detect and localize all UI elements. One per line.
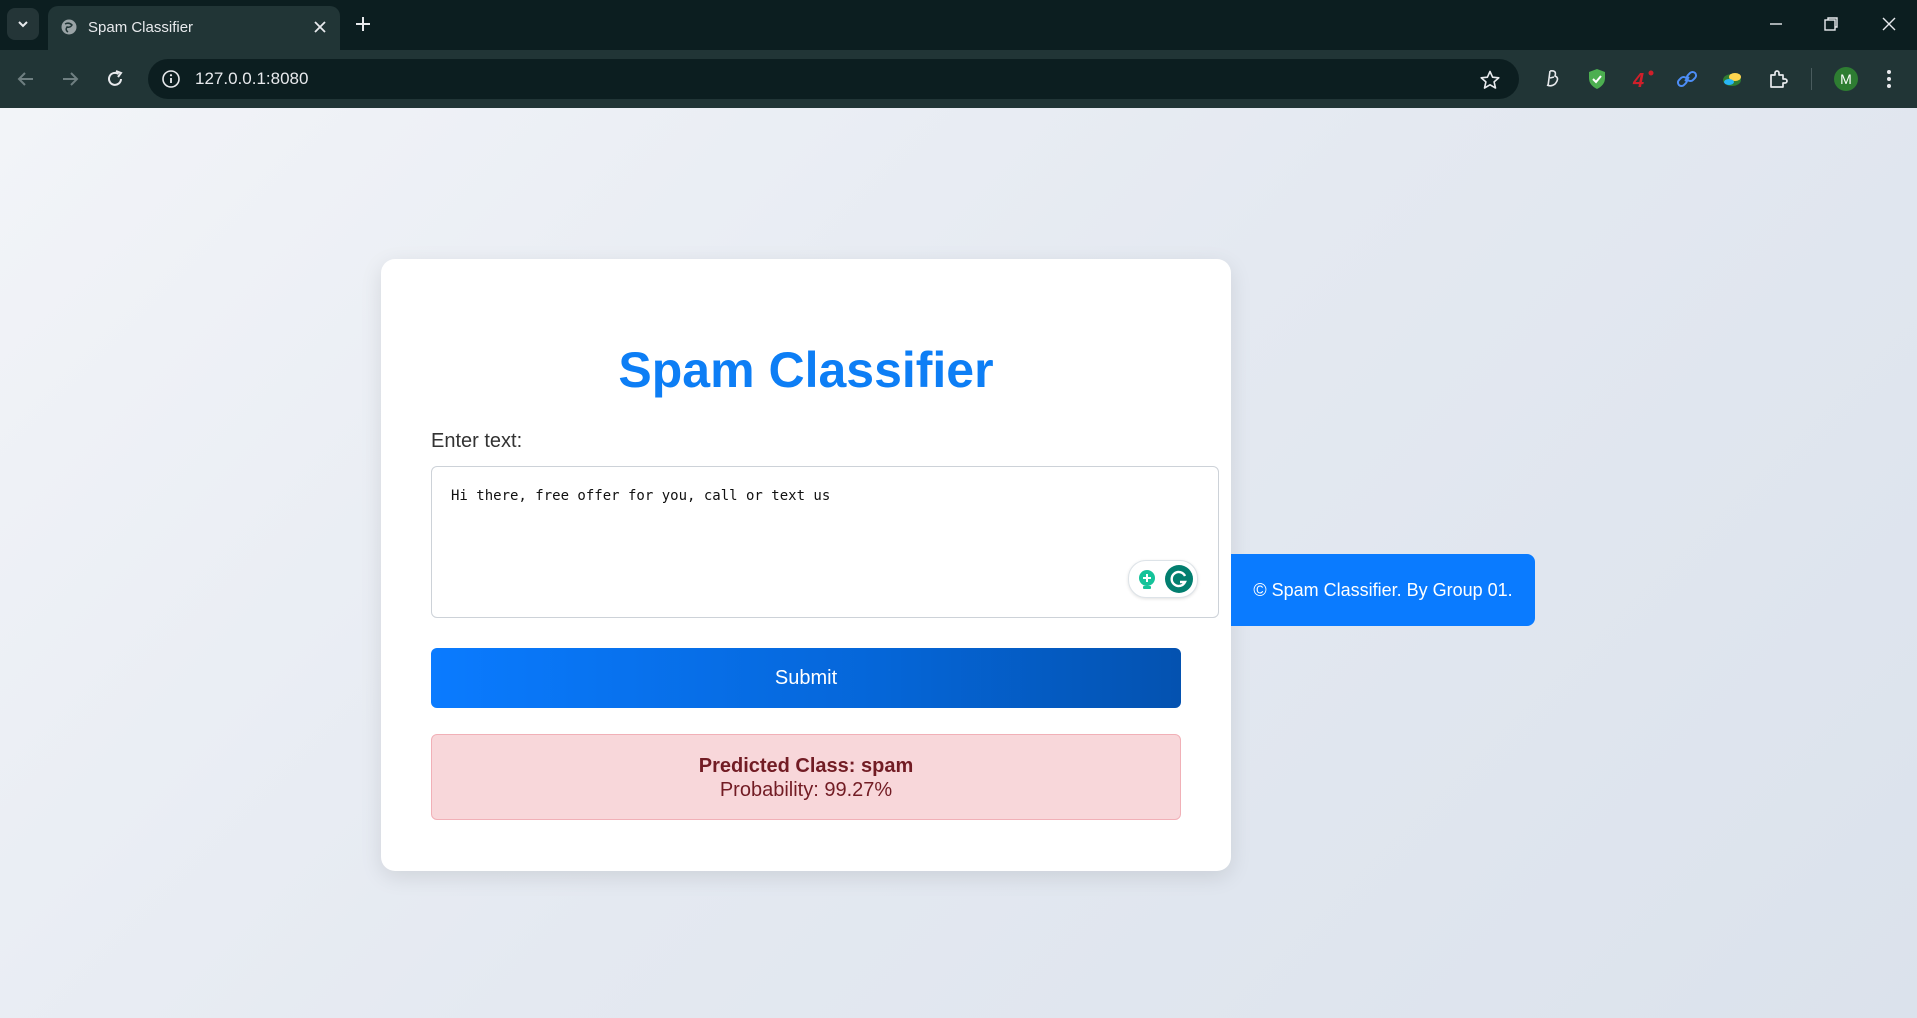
active-tab[interactable]: Spam Classifier xyxy=(48,6,340,50)
tab-title: Spam Classifier xyxy=(88,19,194,36)
textarea-value: Hi there, free offer for you, call or te… xyxy=(451,488,831,504)
footer-text: © Spam Classifier. By Group 01. xyxy=(1253,579,1513,600)
kebab-menu-icon[interactable] xyxy=(1885,67,1893,96)
grammarly-widget[interactable] xyxy=(1128,560,1198,598)
page-viewport: Spam Classifier Enter text: Hi there, fr… xyxy=(0,108,1917,1018)
tab-strip: Spam Classifier xyxy=(0,0,1917,50)
footer-credit: © Spam Classifier. By Group 01. xyxy=(1231,554,1535,626)
restore-icon[interactable] xyxy=(1821,14,1841,39)
minimize-icon[interactable] xyxy=(1766,14,1786,39)
lightbulb-icon[interactable] xyxy=(1137,569,1157,596)
submit-button[interactable]: Submit xyxy=(431,648,1181,708)
colorful-bird-icon[interactable] xyxy=(1720,67,1746,96)
page-title: Spam Classifier xyxy=(618,342,994,398)
link-icon[interactable] xyxy=(1675,67,1699,96)
bravo-script-icon[interactable] xyxy=(1541,67,1565,96)
close-window-icon[interactable] xyxy=(1879,14,1899,39)
close-tab-icon[interactable] xyxy=(312,19,328,40)
classifier-card: Spam Classifier Enter text: Hi there, fr… xyxy=(381,259,1231,871)
shield-check-icon[interactable] xyxy=(1585,67,1609,96)
chevron-down-icon xyxy=(18,21,28,28)
address-bar[interactable]: 127.0.0.1:8080 xyxy=(148,59,1519,99)
svg-text:4: 4 xyxy=(1632,70,1644,91)
grammarly-logo-icon[interactable] xyxy=(1164,564,1194,599)
tab-search-button[interactable] xyxy=(7,8,39,40)
globe-icon xyxy=(60,18,78,41)
profile-avatar[interactable]: M xyxy=(1834,67,1858,91)
new-tab-plus-icon[interactable] xyxy=(352,13,374,40)
input-label: Enter text: xyxy=(431,430,523,452)
toolbar-divider xyxy=(1811,68,1812,90)
bookmark-star-icon[interactable] xyxy=(1479,69,1501,96)
puzzle-piece-icon[interactable] xyxy=(1767,67,1791,96)
back-arrow-icon[interactable] xyxy=(14,67,38,96)
prediction-probability: Probability: 99.27% xyxy=(719,779,893,801)
message-textarea[interactable]: Hi there, free offer for you, call or te… xyxy=(431,466,1219,618)
predicted-class: Predicted Class: spam xyxy=(698,755,914,777)
forward-arrow-icon[interactable] xyxy=(58,67,82,96)
reload-icon[interactable] xyxy=(103,67,127,96)
url-text: 127.0.0.1:8080 xyxy=(195,69,309,88)
browser-toolbar: 127.0.0.1:8080 4 M xyxy=(0,50,1917,108)
prediction-result: Predicted Class: spam Probability: 99.27… xyxy=(431,734,1181,820)
four-badge-icon[interactable]: 4 xyxy=(1630,67,1656,96)
site-info-icon[interactable] xyxy=(158,66,184,92)
